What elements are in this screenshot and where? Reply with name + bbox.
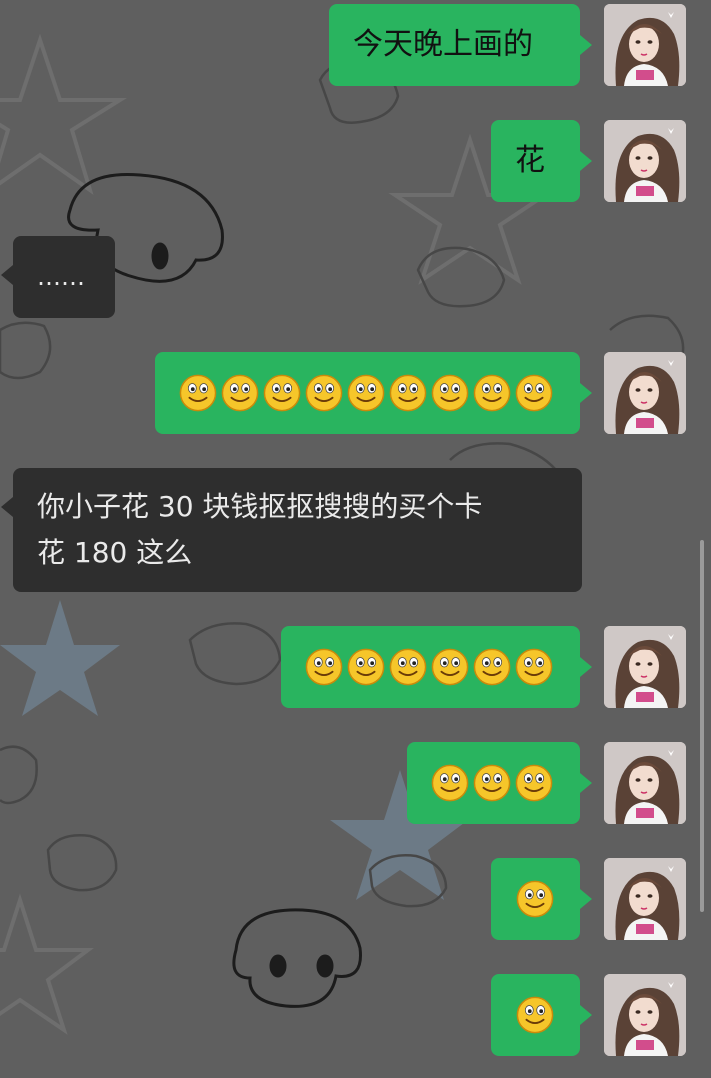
- message-bubble[interactable]: [491, 858, 580, 940]
- sender-avatar[interactable]: [604, 4, 686, 86]
- emoji-row: [305, 648, 553, 686]
- smile-emoji-icon: [305, 374, 343, 412]
- smile-emoji-icon: [515, 764, 553, 802]
- bubble-tail: [580, 889, 592, 909]
- sender-avatar[interactable]: [604, 974, 686, 1056]
- sender-avatar[interactable]: [604, 352, 686, 434]
- message-text-line: 花 180 这么: [37, 536, 193, 569]
- message-text: ……: [37, 263, 85, 291]
- emoji-row: [431, 764, 553, 802]
- bubble-tail: [580, 773, 592, 793]
- bubble-tail: [580, 151, 592, 171]
- smile-emoji-icon: [473, 764, 511, 802]
- bubble-tail: [1, 265, 13, 285]
- message-bubble[interactable]: [407, 742, 580, 824]
- smile-emoji-icon: [347, 374, 385, 412]
- emoji-row: [179, 374, 553, 412]
- smile-emoji-icon: [431, 764, 469, 802]
- message-text-line: 你小子花 30 块钱抠抠搜搜的买个卡: [37, 490, 483, 523]
- smile-emoji-icon: [431, 648, 469, 686]
- message-bubble[interactable]: [491, 974, 580, 1056]
- smile-emoji-icon: [473, 374, 511, 412]
- smile-emoji-icon: [515, 648, 553, 686]
- bubble-tail: [580, 35, 592, 55]
- message-bubble[interactable]: 今天晚上画的: [329, 4, 580, 86]
- bubble-tail: [1, 497, 13, 517]
- message-bubble[interactable]: 花: [491, 120, 580, 202]
- sender-avatar[interactable]: [604, 742, 686, 824]
- bubble-tail: [580, 383, 592, 403]
- smile-emoji-icon: [221, 374, 259, 412]
- smile-emoji-icon: [179, 374, 217, 412]
- sender-avatar[interactable]: [604, 120, 686, 202]
- smile-emoji-icon: [389, 374, 427, 412]
- message-bubble[interactable]: [281, 626, 580, 708]
- smile-emoji-icon: [389, 648, 427, 686]
- bubble-tail: [580, 1005, 592, 1025]
- sender-avatar[interactable]: [604, 626, 686, 708]
- message-bubble[interactable]: 你小子花 30 块钱抠抠搜搜的买个卡 花 180 这么: [13, 468, 582, 592]
- message-bubble[interactable]: ……: [13, 236, 115, 318]
- smile-emoji-icon: [516, 996, 554, 1034]
- bubble-tail: [580, 657, 592, 677]
- message-text: 花: [515, 143, 545, 178]
- sender-avatar[interactable]: [604, 858, 686, 940]
- smile-emoji-icon: [263, 374, 301, 412]
- smile-emoji-icon: [516, 880, 554, 918]
- smile-emoji-icon: [431, 374, 469, 412]
- chat-scrollbar[interactable]: [700, 540, 704, 912]
- smile-emoji-icon: [305, 648, 343, 686]
- smile-emoji-icon: [347, 648, 385, 686]
- message-bubble[interactable]: [155, 352, 580, 434]
- message-text: 今天晚上画的: [353, 27, 533, 62]
- smile-emoji-icon: [515, 374, 553, 412]
- smile-emoji-icon: [473, 648, 511, 686]
